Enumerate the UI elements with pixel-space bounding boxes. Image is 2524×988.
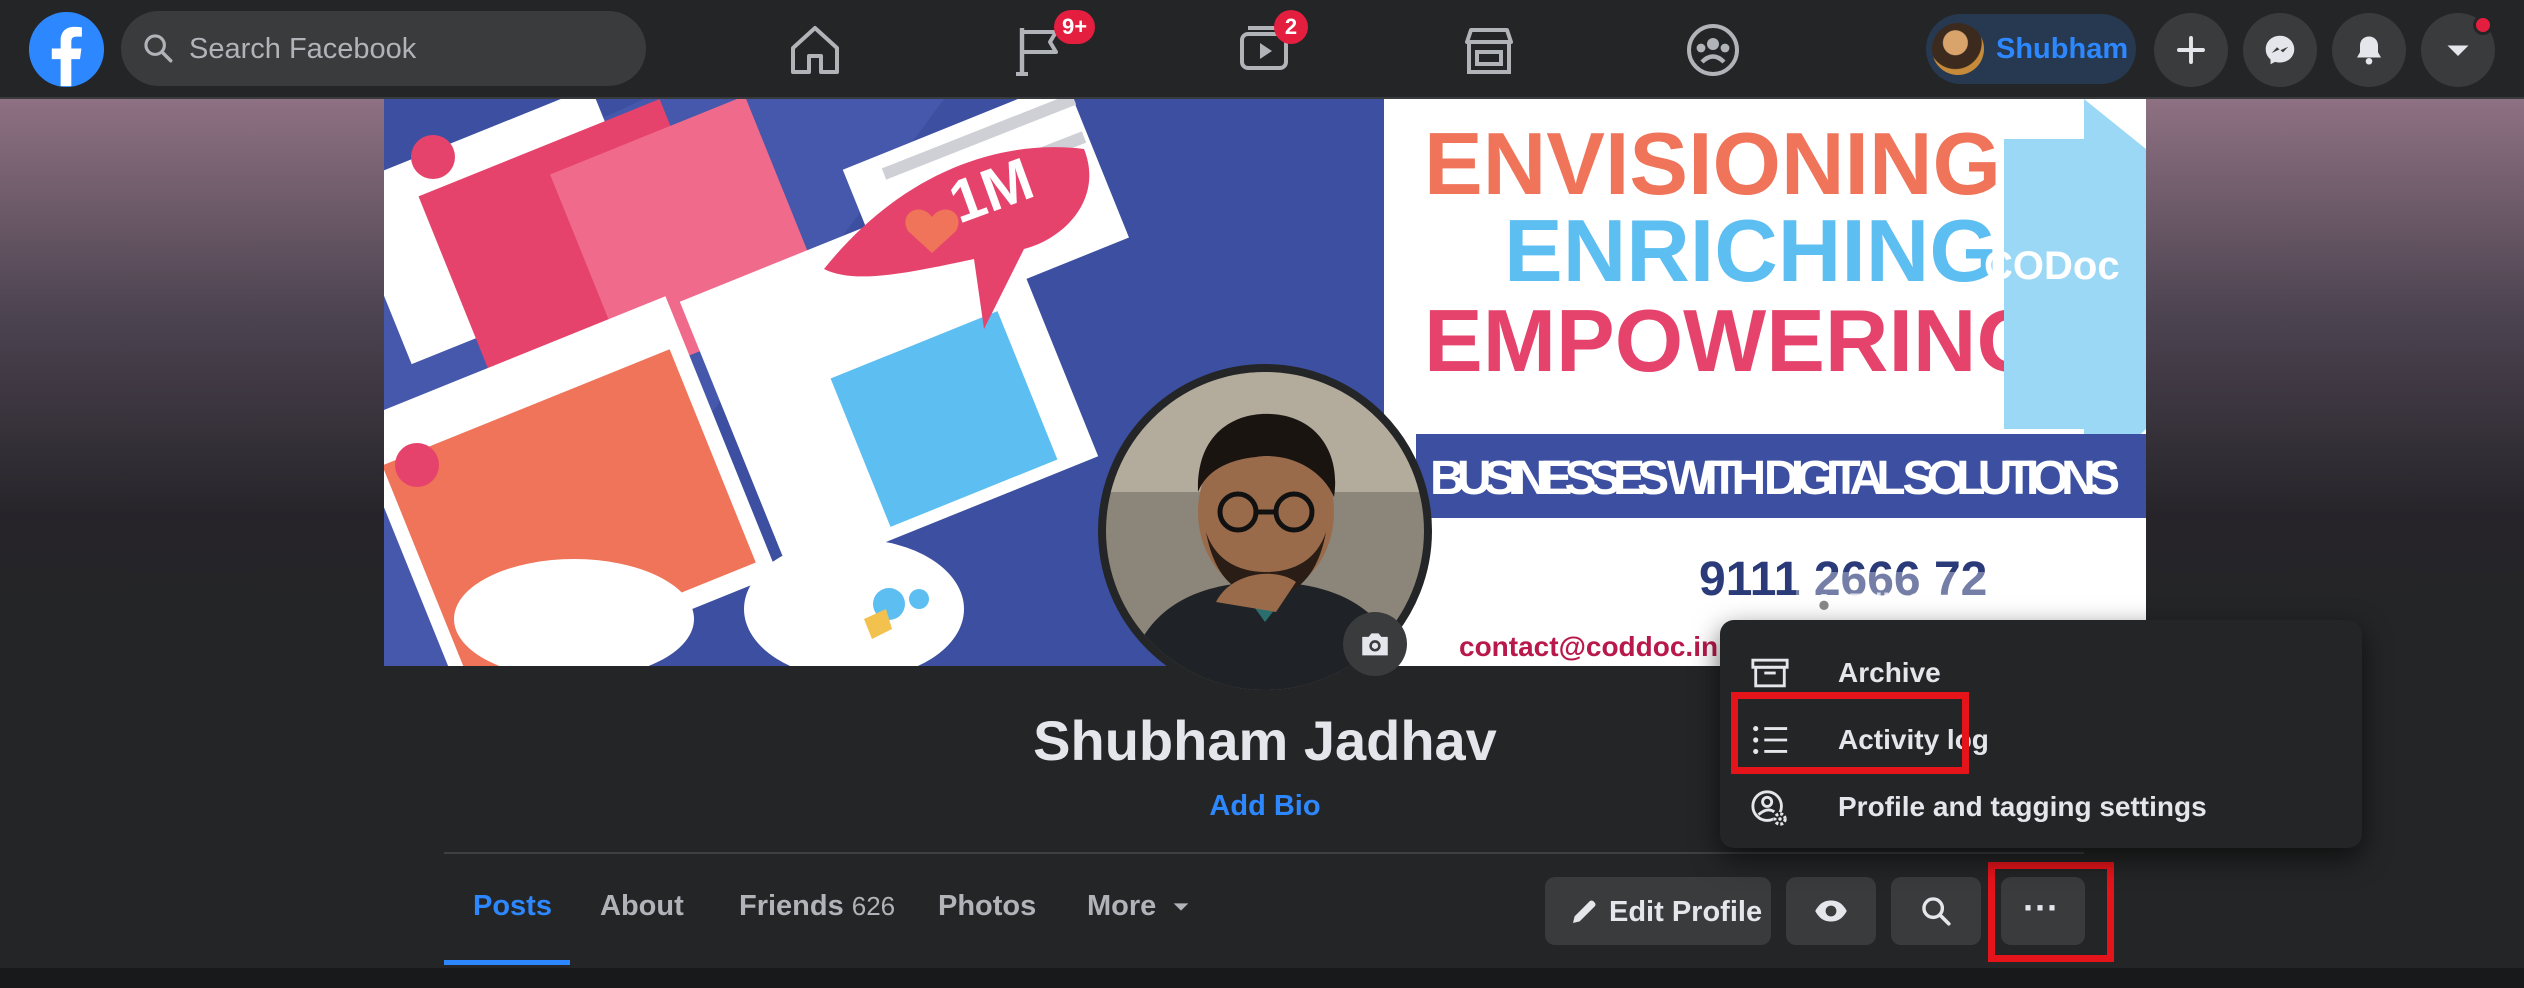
friends-count: 626 — [851, 891, 896, 921]
nav-marketplace[interactable] — [1457, 18, 1521, 82]
messenger-button[interactable] — [2243, 13, 2317, 87]
camera-icon — [1813, 594, 1835, 614]
notification-dot — [2473, 15, 2493, 35]
messenger-icon — [2265, 35, 2295, 65]
profile-chip-name: Shubham — [1996, 33, 2129, 65]
create-button[interactable] — [2154, 13, 2228, 87]
home-icon — [791, 26, 839, 74]
tab-about-label: About — [600, 890, 684, 922]
tab-more-label: More — [1087, 890, 1157, 922]
marketplace-icon — [1465, 28, 1513, 74]
create-plus-icon — [2177, 36, 2205, 64]
nav-pages[interactable]: 9+ — [1008, 10, 1096, 82]
tab-posts[interactable]: Posts — [473, 890, 552, 923]
menu-item-profile-tagging-settings[interactable]: Profile and tagging settings — [1750, 777, 2330, 837]
cover-headline-2: ENRICHING — [1504, 201, 1998, 300]
edit-cover-photo-label: Edit Cover Photo — [1848, 588, 2068, 618]
edit-profile-label: Edit Profile — [1609, 896, 1763, 928]
watch-badge: 2 — [1274, 10, 1308, 44]
tab-more[interactable]: More — [1087, 890, 1192, 923]
tab-photos-label: Photos — [938, 890, 1037, 922]
facebook-logo-icon[interactable] — [28, 11, 105, 88]
cover-headline-3: EMPOWERING — [1424, 291, 2045, 390]
search-input[interactable] — [187, 11, 631, 88]
highlight-activity-log — [1731, 692, 1969, 774]
menu-item-archive-label: Archive — [1838, 657, 1941, 688]
menu-item-profile-tagging-settings-label: Profile and tagging settings — [1838, 791, 2207, 822]
groups-icon — [1687, 24, 1739, 76]
add-bio-link[interactable]: Add Bio — [1065, 790, 1465, 823]
edit-profile-button[interactable]: Edit Profile — [1545, 877, 1771, 945]
eye-icon — [1815, 900, 1847, 922]
profile-name: Shubham Jadhav — [1033, 709, 1497, 772]
cover-headline-1: ENVISIONING — [1424, 114, 2001, 213]
nav-groups[interactable] — [1681, 18, 1745, 82]
pencil-icon — [1573, 900, 1596, 923]
tab-about[interactable]: About — [600, 890, 684, 923]
avatar — [1932, 23, 1984, 75]
archive-box-icon — [1751, 658, 1789, 688]
cover-tagline-text: BUSINESSES WITH DIGITAL SOLUTIONS — [1430, 452, 2120, 505]
nav-watch[interactable]: 2 — [1232, 10, 1308, 82]
notifications-button[interactable] — [2332, 13, 2406, 87]
search-icon — [144, 34, 173, 63]
search-profile-button[interactable] — [1891, 877, 1981, 945]
page-bottom-strip — [0, 968, 2524, 988]
header-divider — [444, 852, 2084, 854]
chevron-down-icon — [1174, 903, 1189, 912]
account-caret-icon — [2447, 45, 2469, 56]
tab-friends[interactable]: Friends 626 — [739, 890, 895, 923]
profile-shortcut-chip[interactable]: Shubham — [1926, 14, 2136, 84]
tab-photos[interactable]: Photos — [938, 890, 1036, 923]
update-profile-picture-button[interactable] — [1343, 612, 1407, 676]
search-icon — [1922, 897, 1951, 926]
cover-brand-text: CODoc — [1984, 244, 2120, 288]
tab-posts-label: Posts — [473, 890, 552, 922]
notifications-bell-icon — [2357, 36, 2381, 65]
profile-settings-gear-icon — [1751, 790, 1788, 827]
account-menu-button[interactable] — [2421, 13, 2495, 87]
pages-badge: 9+ — [1054, 10, 1096, 44]
search-bar[interactable] — [121, 11, 646, 88]
top-navigation-bar: 9+ 2 Shubham — [0, 0, 2524, 99]
active-tab-indicator — [444, 960, 570, 965]
highlight-more-options — [1988, 862, 2114, 962]
camera-icon — [1362, 633, 1388, 656]
tab-friends-label: Friends — [739, 890, 844, 922]
nav-home[interactable] — [783, 18, 847, 82]
view-as-button[interactable] — [1786, 877, 1876, 945]
cover-email-text: contact@coddoc.in — [1459, 631, 1718, 662]
